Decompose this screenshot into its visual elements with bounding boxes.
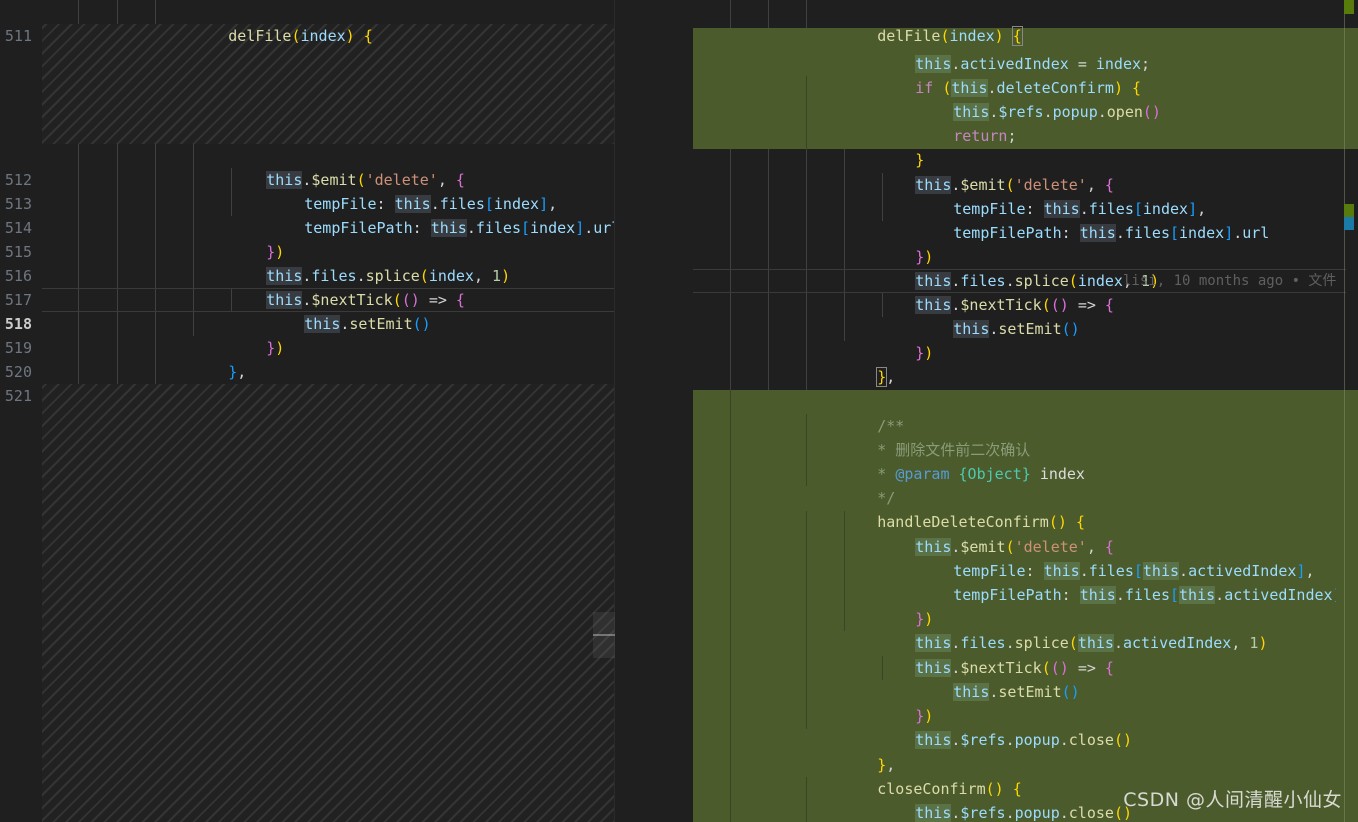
code-line[interactable]: tempFile: this.files[this.activedIndex], [693,535,1358,580]
code-line[interactable]: }) [693,583,1358,628]
code-line[interactable]: this.$emit('delete', { [693,149,1358,194]
code-line[interactable]: /** [693,390,1358,435]
modified-editor-pane[interactable]: 520 → 521 + 522 + 523 + 524 + 525 + 526 … [615,0,1358,822]
code-line[interactable]: this.$refs.popup.close() [693,704,1358,749]
watermark: CSDN @人间清醒小仙女 [1123,789,1342,811]
code-line[interactable]: delFile(index) { [42,0,615,45]
code-line[interactable]: }) [693,221,1358,266]
code-line[interactable]: * @param {Object} index [693,438,1358,483]
code-line[interactable]: this.$emit('delete', { [693,511,1358,556]
original-code[interactable]: delFile(index) { this.$emit('delete', { … [42,0,615,381]
modified-code[interactable]: delFile(index) { this.activedIndex = ind… [693,0,1358,822]
code-line[interactable]: }, [42,336,615,381]
overview-added-band [1336,390,1358,822]
code-line[interactable]: }) [42,216,615,261]
code-line[interactable]: }) [693,317,1358,362]
code-line[interactable]: this.files.splice(index, 1) [42,240,615,285]
overview-mark-added [1344,0,1354,14]
diff-sash-handle[interactable] [593,612,615,658]
code-line[interactable]: */ [693,462,1358,507]
code-line[interactable]: tempFilePath: this.files[index].url [42,192,615,237]
original-editor-pane[interactable]: 511 512 513 514 515 516 517 518 519 520 [0,0,615,822]
line-number-gutter [615,0,693,822]
git-blame-annotation[interactable]: lisi, 10 months ago • 文件 [1123,269,1336,293]
overview-mark-selection [1344,217,1354,230]
code-line[interactable]: return; [693,100,1358,145]
code-line[interactable]: }) [42,312,615,357]
code-line[interactable]: if (this.deleteConfirm) { [693,52,1358,97]
code-line[interactable]: this.setEmit() [693,293,1358,338]
code-line[interactable]: closeConfirm() { [693,753,1358,798]
code-line[interactable]: this.setEmit() [42,288,615,333]
code-line[interactable]: handleDeleteConfirm() { [693,486,1358,531]
code-line[interactable]: this.$refs.popup.open() [693,76,1358,121]
code-line[interactable]: tempFilePath: this.files[index].url [693,197,1358,242]
code-line[interactable]: this.files.splice(this.activedIndex, 1) [693,607,1358,652]
pane-divider [614,0,615,822]
code-line[interactable]: * 删除文件前二次确认 [693,414,1358,459]
overview-center-line [1344,0,1345,822]
hatch-region-bottom [42,384,615,822]
code-line[interactable]: }) [693,680,1358,725]
code-line[interactable]: this.$nextTick(() => { [42,264,615,309]
code-line[interactable]: this.files.splice(index, 1) [693,245,1358,290]
code-line[interactable]: }, [693,341,1358,387]
code-line[interactable]: this.activedIndex = index; [693,28,1358,73]
code-line[interactable]: }, [693,729,1358,774]
code-line[interactable]: tempFile: this.files[index], [42,168,615,213]
diff-editor: 511 512 513 514 515 516 517 518 519 520 [0,0,1358,822]
code-line[interactable]: this.$emit('delete', { [42,144,615,189]
code-line[interactable]: this.$nextTick(() => { [693,632,1358,677]
overview-added-band [1336,28,1358,149]
code-line[interactable]: tempFilePath: this.files[this.activedInd… [693,559,1358,604]
line-number: 521 [4,387,32,405]
code-line[interactable]: this.setEmit() [693,656,1358,701]
overview-mark-added [1344,204,1354,217]
line-number: 511 [4,27,32,45]
code-line[interactable]: tempFile: this.files[index], [693,173,1358,218]
code-line[interactable]: delFile(index) { [693,0,1358,46]
overview-ruler[interactable] [1336,0,1358,822]
code-line[interactable]: } [693,124,1358,169]
